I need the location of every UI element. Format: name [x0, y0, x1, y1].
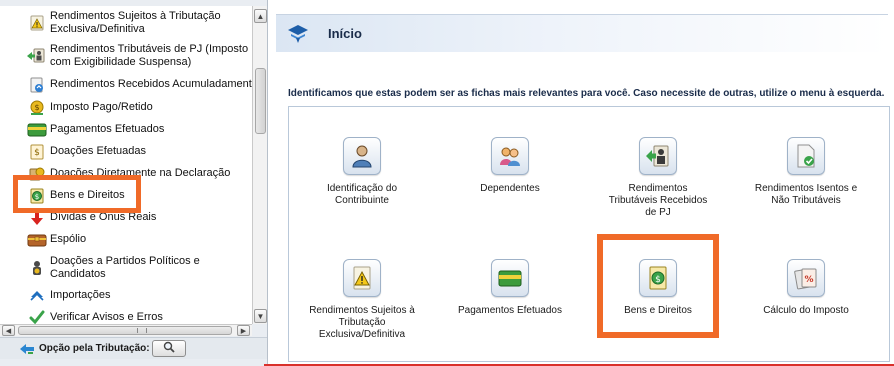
- dependents-icon: [491, 137, 529, 175]
- accumulated-income-icon: [29, 77, 45, 93]
- sidebar-item-rend-sujeitos[interactable]: Rendimentos Sujeitos à Tributação Exclusi…: [0, 10, 252, 36]
- checkmark-icon: [29, 310, 45, 324]
- receita-federal-logo-icon: [286, 24, 310, 44]
- vertical-scroll-thumb[interactable]: [255, 68, 266, 134]
- card-pagamentos-efetuados[interactable]: Pagamentos Efetuados: [437, 259, 583, 317]
- scroll-right-button[interactable]: ▶: [237, 325, 250, 336]
- sidebar-highlight-box: [13, 175, 141, 213]
- search-icon: [163, 341, 175, 356]
- svg-text:%: %: [804, 275, 813, 285]
- card-dependentes[interactable]: Dependentes: [437, 137, 583, 195]
- sidebar-item-espolio[interactable]: Espólio: [0, 233, 252, 247]
- sidebar-item-importacoes[interactable]: Importações: [0, 289, 252, 303]
- estate-icon: [27, 232, 47, 248]
- sidebar-vertical-scrollbar[interactable]: ▲ ▼: [252, 6, 267, 324]
- sidebar-item-doacoes-partidos[interactable]: Doações a Partidos Políticos e Candidatos: [0, 255, 252, 281]
- sidebar-item-dividas[interactable]: Dívidas e Ônus Reais: [0, 211, 252, 225]
- opcao-tributacao-button[interactable]: [152, 340, 186, 357]
- donation-icon: $: [29, 144, 45, 160]
- main-content: Início Identificamos que estas podem ser…: [270, 0, 894, 366]
- warning-doc-icon: [343, 259, 381, 297]
- card-rendimentos-sujeitos-tributacao[interactable]: Rendimentos Sujeitos à Tributação Exclusiv…: [289, 259, 435, 341]
- sidebar-horizontal-scrollbar[interactable]: ◀ ▶: [0, 324, 252, 336]
- sidebar-item-rend-acumulados[interactable]: Rendimentos Recebidos Acumuladamente: [0, 77, 252, 93]
- pj-income-icon: [639, 137, 677, 175]
- intro-text: Identificamos que estas podem ser as fic…: [288, 88, 885, 99]
- svg-text:$: $: [34, 103, 39, 112]
- card-highlight-box: [597, 234, 719, 338]
- page-title: Início: [328, 26, 362, 41]
- card-identificacao-contribuinte[interactable]: Identificação do Contribuinte: [289, 137, 435, 207]
- scroll-up-button[interactable]: ▲: [254, 9, 267, 23]
- sidebar-item-pagamentos[interactable]: Pagamentos Efetuados: [0, 123, 252, 137]
- opcao-tributacao-label: Opção pela Tributação:: [39, 343, 150, 354]
- political-donation-icon: [29, 260, 45, 276]
- sidebar-item-imposto-pago[interactable]: $ Imposto Pago/Retido: [0, 100, 252, 116]
- card-calculo-imposto[interactable]: % Cálculo do Imposto: [733, 259, 879, 317]
- opcao-tributacao-row: Opção pela Tributação:: [0, 337, 267, 359]
- tax-calc-icon: %: [787, 259, 825, 297]
- payment-card-icon: [491, 259, 529, 297]
- card-rendimentos-tributaveis-pj[interactable]: Rendimentos Tributáveis Recebidos de PJ: [585, 137, 731, 219]
- title-bar: Início: [276, 14, 888, 52]
- scroll-down-button[interactable]: ▼: [254, 309, 267, 323]
- warning-doc-icon: [29, 15, 45, 31]
- sidebar-item-verificar[interactable]: Verificar Avisos e Erros: [0, 310, 252, 324]
- sidebar-item-rend-trib-pj-suspensa[interactable]: Rendimentos Tributáveis de PJ (Imposto co…: [0, 43, 252, 69]
- exempt-income-icon: [787, 137, 825, 175]
- scroll-grip-icon: [137, 328, 147, 333]
- contributor-icon: [343, 137, 381, 175]
- horizontal-scroll-thumb[interactable]: [18, 326, 232, 335]
- tax-option-icon: [19, 343, 35, 356]
- cards-panel: Identificação do Contribuinte Dependentes…: [288, 106, 890, 362]
- tax-paid-icon: $: [29, 100, 45, 116]
- svg-text:$: $: [34, 148, 40, 158]
- sidebar-item-doacoes[interactable]: $ Doações Efetuadas: [0, 144, 252, 160]
- sidebar-menu: Rendimentos Sujeitos à Tributação Exclusi…: [0, 6, 252, 324]
- suspended-income-icon: [26, 48, 46, 64]
- card-rendimentos-isentos[interactable]: Rendimentos Isentos e Não Tributáveis: [733, 137, 879, 207]
- import-icon: [29, 288, 45, 304]
- scroll-left-button[interactable]: ◀: [2, 325, 15, 336]
- payment-card-icon: [27, 122, 47, 138]
